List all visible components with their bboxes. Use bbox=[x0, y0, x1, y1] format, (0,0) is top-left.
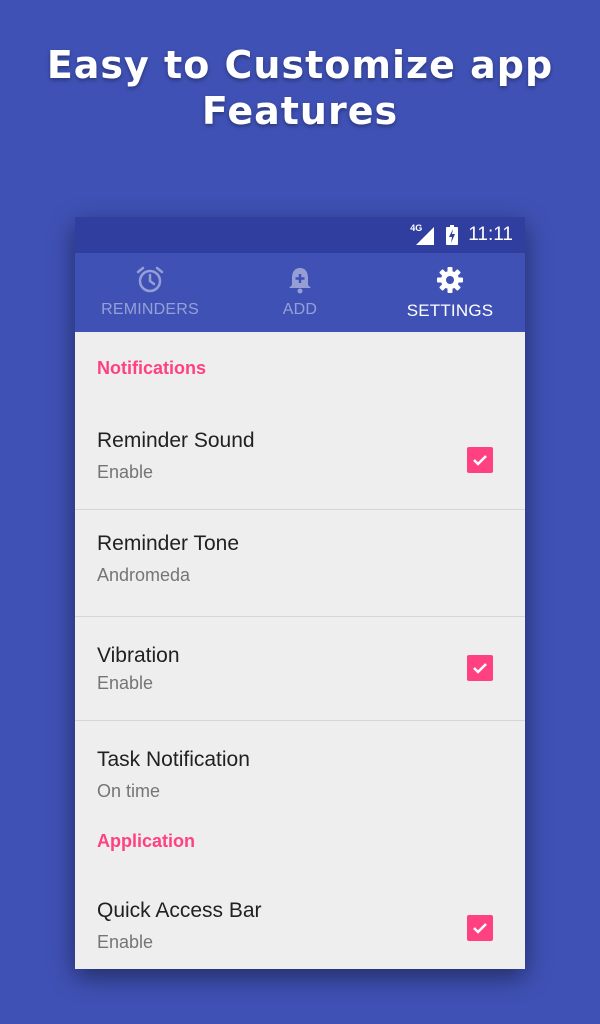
gear-icon bbox=[437, 267, 463, 293]
checkmark-icon bbox=[473, 455, 487, 466]
status-icons: 4G 11:11 bbox=[410, 217, 513, 253]
setting-title: Reminder Tone bbox=[97, 532, 240, 555]
quick-access-bar-checkbox[interactable] bbox=[467, 915, 493, 941]
network-signal-icon: 4G bbox=[410, 223, 436, 246]
checkmark-icon bbox=[473, 663, 487, 674]
tab-bar: REMINDERS ADD SETTINGS bbox=[75, 253, 525, 332]
setting-summary: Enable bbox=[97, 932, 154, 952]
setting-summary: On time bbox=[97, 781, 161, 801]
promo-headline-line1: Easy to Customize app bbox=[46, 43, 554, 87]
setting-summary: Enable bbox=[97, 462, 154, 482]
setting-summary: Enable bbox=[97, 673, 154, 693]
tab-reminders[interactable]: REMINDERS bbox=[75, 253, 225, 332]
section-header-application: Application bbox=[97, 831, 195, 851]
setting-title: Quick Access Bar bbox=[97, 899, 262, 922]
setting-task-notification[interactable]: Task Notification On time bbox=[75, 721, 525, 817]
setting-reminder-sound[interactable]: Reminder Sound Enable bbox=[75, 411, 525, 510]
alarm-clock-icon bbox=[136, 266, 164, 293]
setting-vibration[interactable]: Vibration Enable bbox=[75, 617, 525, 721]
setting-quick-access-bar[interactable]: Quick Access Bar Enable bbox=[75, 865, 525, 969]
setting-title: Task Notification bbox=[97, 748, 250, 771]
setting-summary: Andromeda bbox=[97, 565, 191, 585]
screen: { "promo": { "headline_line1": "Easy to … bbox=[0, 0, 600, 1024]
clock: 11:11 bbox=[468, 224, 513, 245]
promo-headline-line2: Features bbox=[201, 89, 399, 133]
tab-settings[interactable]: SETTINGS bbox=[375, 253, 525, 332]
tab-settings-label: SETTINGS bbox=[406, 301, 494, 320]
battery-charging-icon bbox=[446, 225, 459, 245]
tab-add-label: ADD bbox=[282, 301, 318, 318]
section-header-notifications: Notifications bbox=[97, 358, 207, 378]
reminder-sound-checkbox[interactable] bbox=[467, 447, 493, 473]
setting-title: Reminder Sound bbox=[97, 429, 255, 452]
setting-title: Vibration bbox=[97, 644, 180, 667]
phone-screen: 4G 11:11 REMINDERS ADD SETTINGS Notifica… bbox=[75, 217, 525, 969]
checkmark-icon bbox=[473, 923, 487, 934]
promo-headline: Easy to Customize app Features bbox=[0, 42, 600, 134]
status-bar: 4G 11:11 bbox=[75, 217, 525, 253]
setting-reminder-tone[interactable]: Reminder Tone Andromeda bbox=[75, 510, 525, 617]
tab-add[interactable]: ADD bbox=[225, 253, 375, 332]
bell-plus-icon bbox=[289, 268, 311, 294]
tab-reminders-label: REMINDERS bbox=[101, 301, 199, 318]
vibration-checkbox[interactable] bbox=[467, 655, 493, 681]
